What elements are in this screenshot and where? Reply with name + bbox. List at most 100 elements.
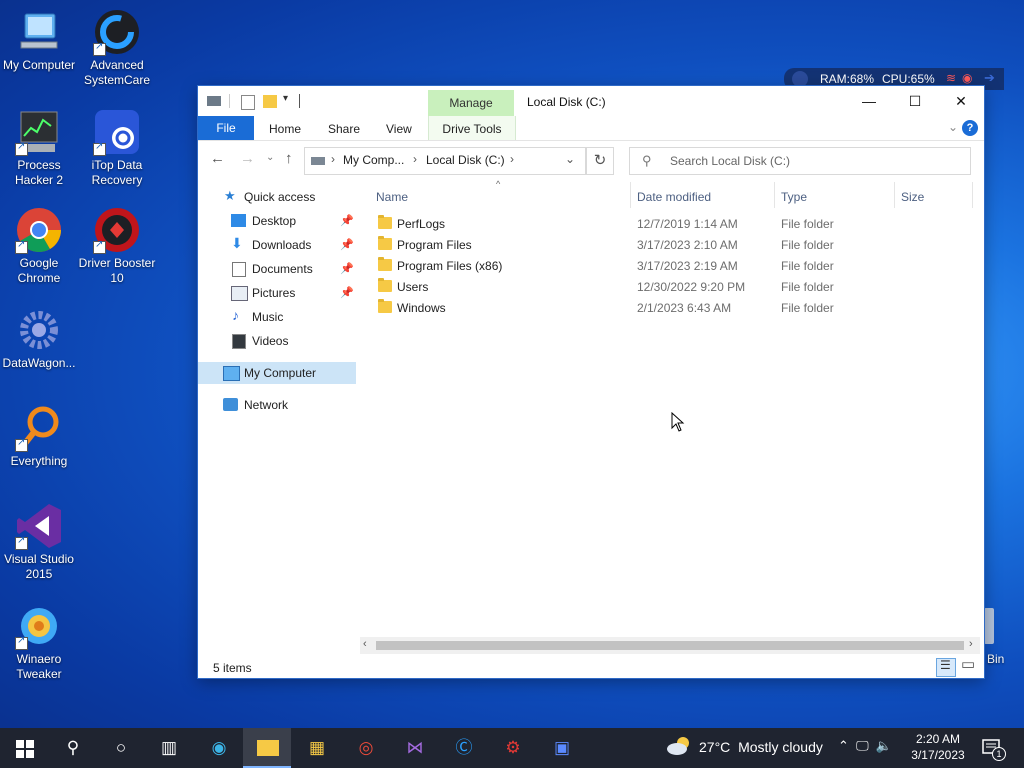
desktop-icon-visual-studio[interactable]: Visual Studio 2015	[0, 502, 78, 582]
explorer-app-icon	[207, 96, 221, 106]
expand-ribbon-icon[interactable]: ⌄	[948, 120, 958, 134]
cpu-usage: CPU:65%	[882, 72, 935, 86]
recycle-bin-icon[interactable]	[984, 608, 994, 644]
show-hidden-icons[interactable]: ⌃	[838, 738, 849, 753]
scroll-left-icon[interactable]: ‹	[363, 638, 367, 650]
table-row[interactable]: PerfLogs 12/7/2019 1:14 AM File folder	[358, 214, 984, 235]
notification-center-button[interactable]: 1	[980, 736, 1006, 761]
tab-home[interactable]: Home	[269, 116, 301, 140]
tab-share[interactable]: Share	[328, 116, 360, 140]
desktop-icon-driver-booster[interactable]: Driver Booster 10	[78, 206, 156, 286]
item-count: 5 items	[213, 661, 252, 675]
breadcrumb-local-disk[interactable]: Local Disk (C:)	[426, 153, 505, 167]
table-row[interactable]: Windows 2/1/2023 6:43 AM File folder	[358, 298, 984, 319]
search-button[interactable]: ⚲	[48, 728, 96, 768]
nav-label: Documents	[252, 262, 313, 276]
visual-studio-icon: ⋈	[406, 738, 424, 757]
address-bar[interactable]: › My Comp... › Local Disk (C:) › ⌄	[304, 147, 586, 175]
column-divider[interactable]	[894, 182, 895, 208]
column-date-modified[interactable]: Date modified	[637, 190, 711, 204]
up-button[interactable]: ↑	[285, 150, 293, 167]
arrow-right-icon[interactable]: ➔	[984, 70, 995, 86]
refresh-button[interactable]: ↻	[586, 147, 614, 175]
nav-quick-access[interactable]: ★ Quick access	[198, 186, 356, 208]
tab-manage[interactable]: Manage	[428, 90, 514, 116]
desktop-icon-winaero-tweaker[interactable]: Winaero Tweaker	[0, 602, 78, 682]
nav-desktop[interactable]: Desktop 📌	[198, 210, 356, 232]
column-size[interactable]: Size	[901, 190, 924, 204]
desktop-icon-my-computer[interactable]: My Computer	[0, 8, 78, 73]
help-icon[interactable]: ?	[962, 120, 978, 136]
properties-icon[interactable]	[241, 95, 255, 110]
desktop-icon-advanced-systemcare[interactable]: Advanced SystemCare	[78, 8, 156, 88]
folder-icon	[378, 215, 392, 229]
table-row[interactable]: Users 12/30/2022 9:20 PM File folder	[358, 277, 984, 298]
close-button[interactable]: ✕	[938, 86, 984, 116]
details-view-button[interactable]	[936, 658, 956, 677]
nav-videos[interactable]: Videos	[198, 330, 356, 352]
column-divider[interactable]	[630, 182, 631, 208]
volume-icon[interactable]: 🔈	[876, 738, 892, 753]
start-button[interactable]	[0, 728, 48, 768]
table-row[interactable]: Program Files 3/17/2023 2:10 AM File fol…	[358, 235, 984, 256]
search-input[interactable]: ⚲ Search Local Disk (C:)	[629, 147, 971, 175]
desktop-icon-google-chrome[interactable]: Google Chrome	[0, 206, 78, 286]
network-icon[interactable]: 🖵	[856, 738, 869, 753]
computer-icon	[15, 8, 63, 56]
taskbar-chrome[interactable]: ◎	[341, 728, 389, 768]
task-view-button[interactable]: ▥	[144, 728, 192, 768]
shortcut-arrow-icon	[15, 141, 28, 156]
large-icons-view-button[interactable]	[960, 655, 976, 673]
desktop-icon-label: My Computer	[2, 58, 76, 72]
shortcut-arrow-icon	[15, 535, 28, 550]
nav-my-computer[interactable]: My Computer	[198, 362, 356, 384]
desktop-icon-everything[interactable]: Everything	[0, 404, 78, 469]
breadcrumb-my-computer[interactable]: My Comp...	[343, 153, 404, 167]
column-type[interactable]: Type	[781, 190, 807, 204]
taskbar-edge[interactable]: ◉	[194, 728, 242, 768]
desktop-icon-process-hacker[interactable]: Process Hacker 2	[0, 108, 78, 188]
nav-downloads[interactable]: ⬇ Downloads 📌	[198, 234, 356, 256]
pin-icon: 📌	[340, 263, 354, 275]
tab-drive-tools[interactable]: Drive Tools	[428, 116, 516, 140]
scroll-right-icon[interactable]: ›	[969, 638, 973, 650]
rocket-icon	[792, 71, 808, 87]
quick-access-dropdown-icon[interactable]: ▾	[283, 93, 288, 107]
chevron-right-icon: ›	[331, 152, 335, 166]
column-divider[interactable]	[774, 182, 775, 208]
minimize-button[interactable]: —	[846, 86, 892, 116]
table-row[interactable]: Program Files (x86) 3/17/2023 2:19 AM Fi…	[358, 256, 984, 277]
column-divider[interactable]	[972, 182, 973, 208]
new-folder-icon[interactable]	[263, 95, 277, 108]
chevron-down-icon[interactable]: ⌄	[565, 152, 575, 166]
column-name[interactable]: Name	[376, 190, 408, 204]
folder-icon	[378, 278, 392, 292]
forward-button[interactable]: →	[240, 150, 255, 167]
clock[interactable]: 2:20 AM 3/17/2023	[906, 731, 970, 763]
cortana-button[interactable]: ○	[96, 728, 144, 768]
nav-music[interactable]: ♪ Music	[198, 306, 356, 328]
file-date: 12/7/2019 1:14 AM	[637, 217, 738, 231]
tab-file[interactable]: File	[198, 116, 254, 140]
taskbar-driver-booster[interactable]: ⚙	[488, 728, 536, 768]
recent-locations-icon[interactable]: ⌄	[266, 152, 274, 163]
tab-view[interactable]: View	[386, 116, 412, 140]
horizontal-scrollbar[interactable]: ‹ ›	[360, 637, 980, 654]
taskbar-store[interactable]: ▦	[292, 728, 340, 768]
pin-icon: 📌	[340, 215, 354, 227]
taskbar-file-explorer[interactable]	[243, 728, 291, 768]
taskbar-itop-data-recovery[interactable]: ▣	[537, 728, 585, 768]
file-type: File folder	[781, 259, 834, 273]
file-name: Users	[397, 280, 429, 294]
nav-network[interactable]: Network	[198, 394, 356, 416]
nav-documents[interactable]: Documents 📌	[198, 258, 356, 280]
maximize-button[interactable]: ☐	[892, 86, 938, 116]
back-button[interactable]: ←	[210, 150, 225, 167]
desktop-icon-itop-data-recovery[interactable]: iTop Data Recovery	[78, 108, 156, 188]
taskbar-advanced-systemcare[interactable]: Ⓒ	[439, 728, 487, 768]
taskbar-visual-studio[interactable]: ⋈	[390, 728, 438, 768]
scrollbar-thumb[interactable]	[376, 641, 964, 650]
nav-pictures[interactable]: Pictures 📌	[198, 282, 356, 304]
desktop-icon-label: DataWagon...	[2, 356, 76, 370]
desktop-icon-datawagon[interactable]: DataWagon...	[0, 306, 78, 371]
